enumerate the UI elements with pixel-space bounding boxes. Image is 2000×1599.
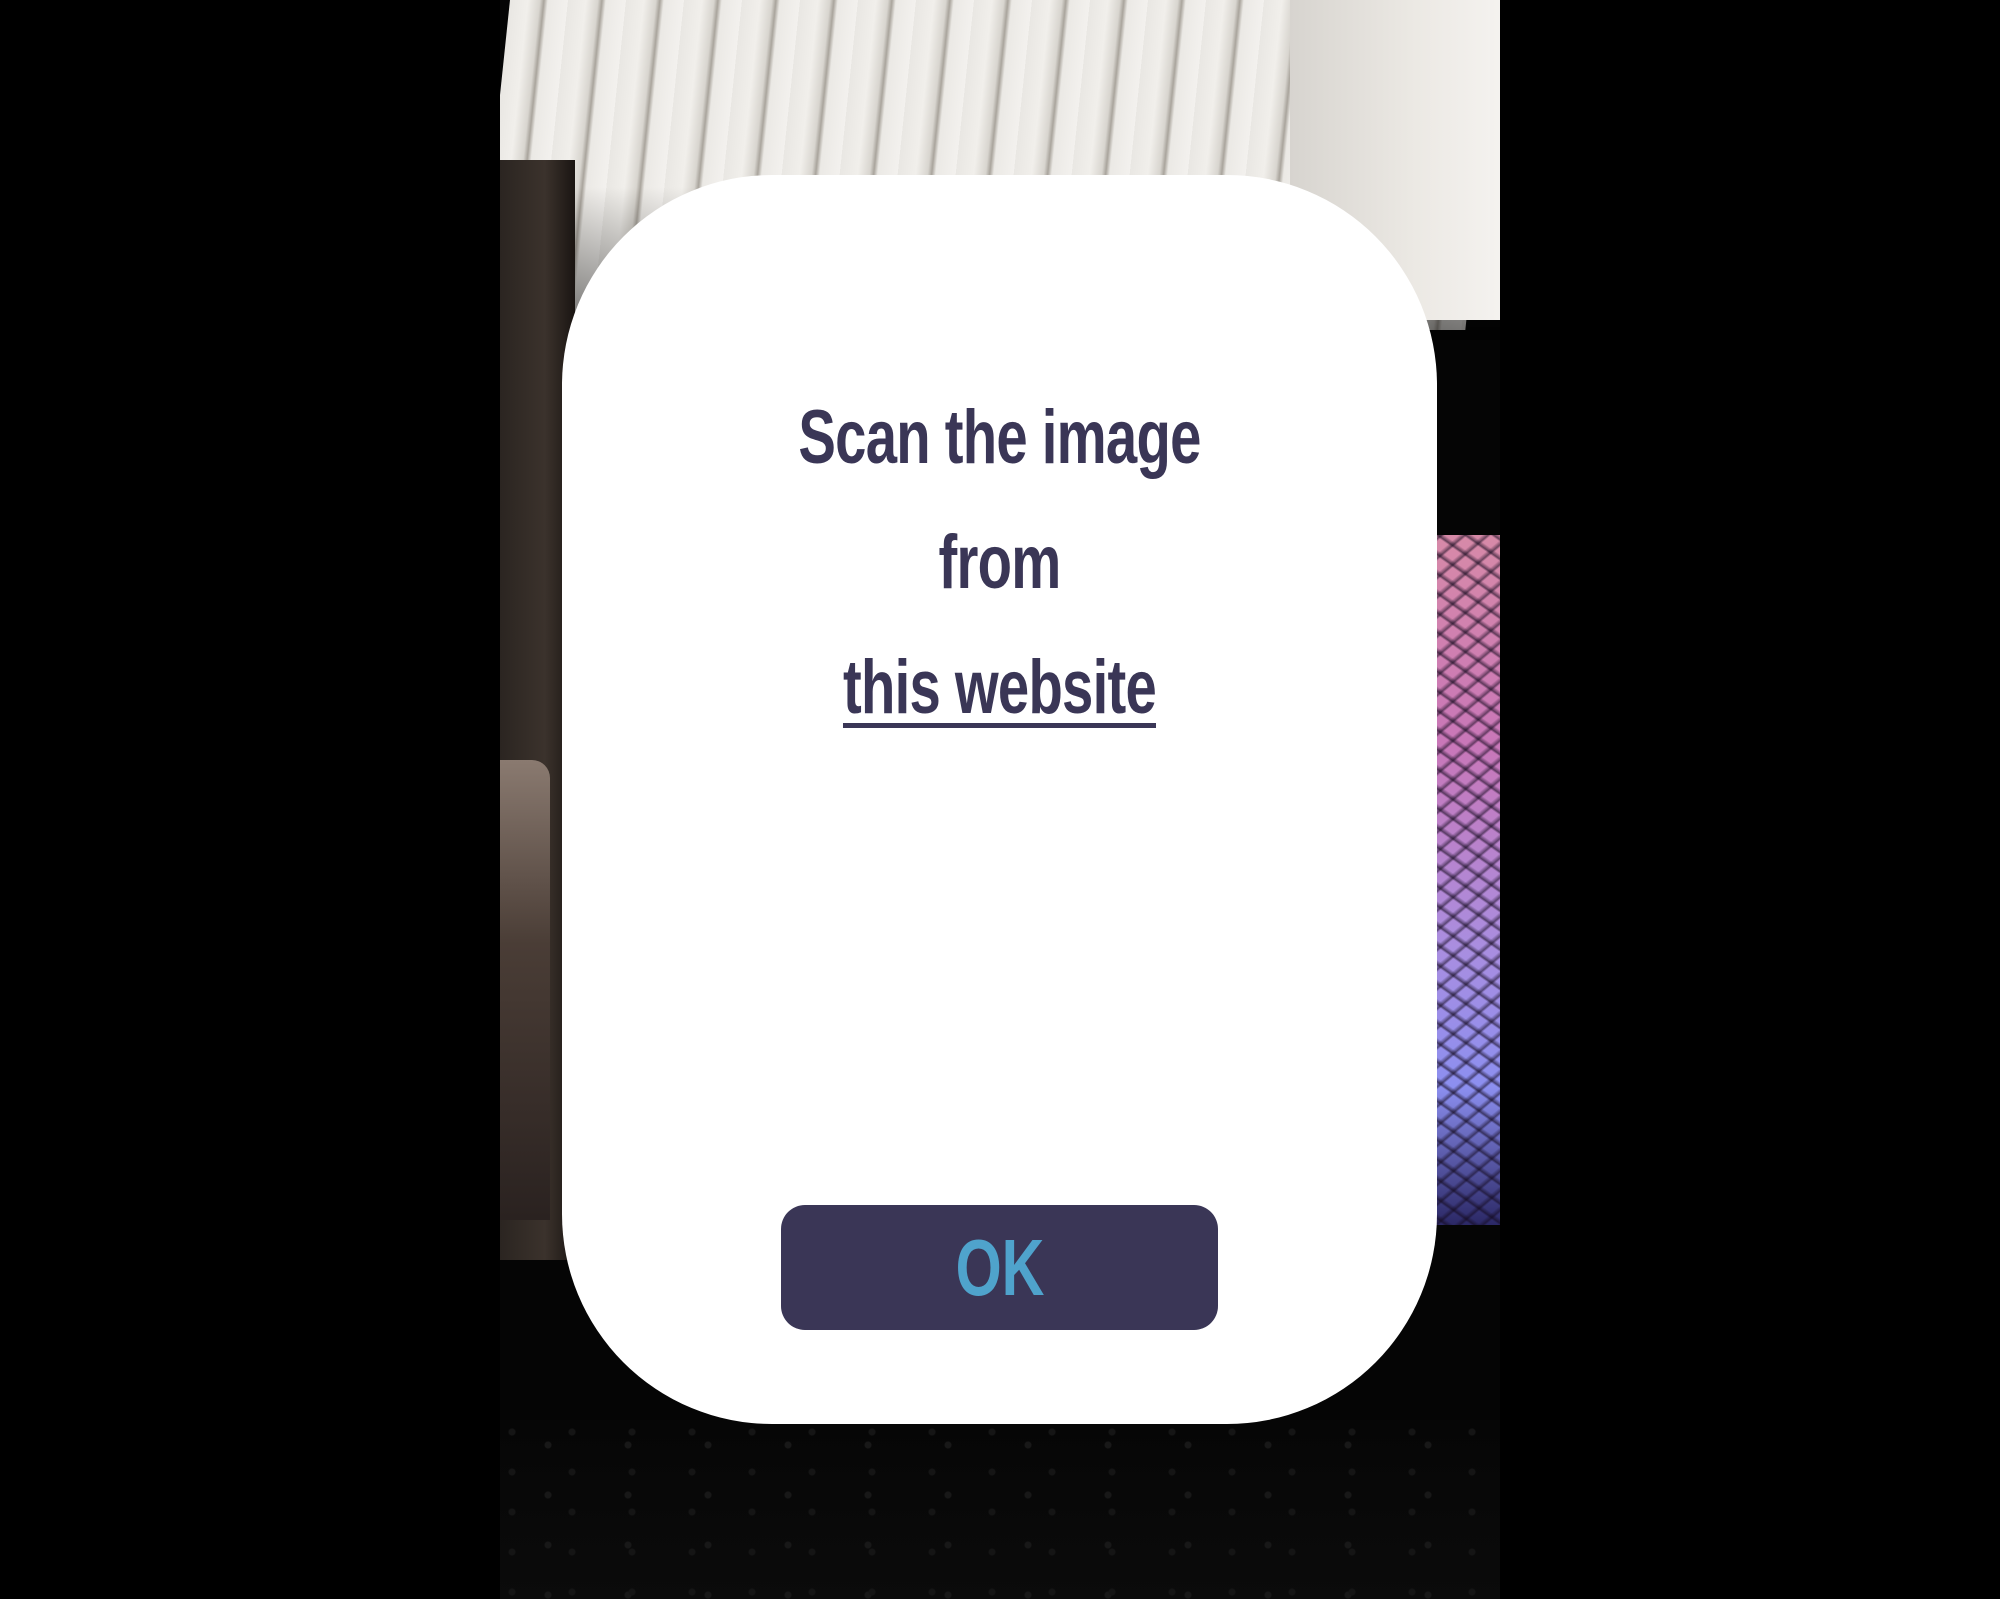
- ok-button-label: OK: [955, 1222, 1044, 1312]
- keyboard: [500, 1420, 1500, 1599]
- website-link[interactable]: this website: [843, 645, 1157, 730]
- dialog-message: Scan the image from this website: [676, 375, 1324, 750]
- lamp-shade: [500, 760, 550, 1220]
- message-line-1: Scan the image: [798, 395, 1201, 480]
- message-line-2: from: [938, 520, 1061, 605]
- message-line-3: this website: [676, 625, 1324, 750]
- instruction-dialog: Scan the image from this website OK: [562, 175, 1437, 1424]
- screen: Scan the image from this website OK: [0, 0, 2000, 1599]
- ok-button[interactable]: OK: [781, 1205, 1218, 1330]
